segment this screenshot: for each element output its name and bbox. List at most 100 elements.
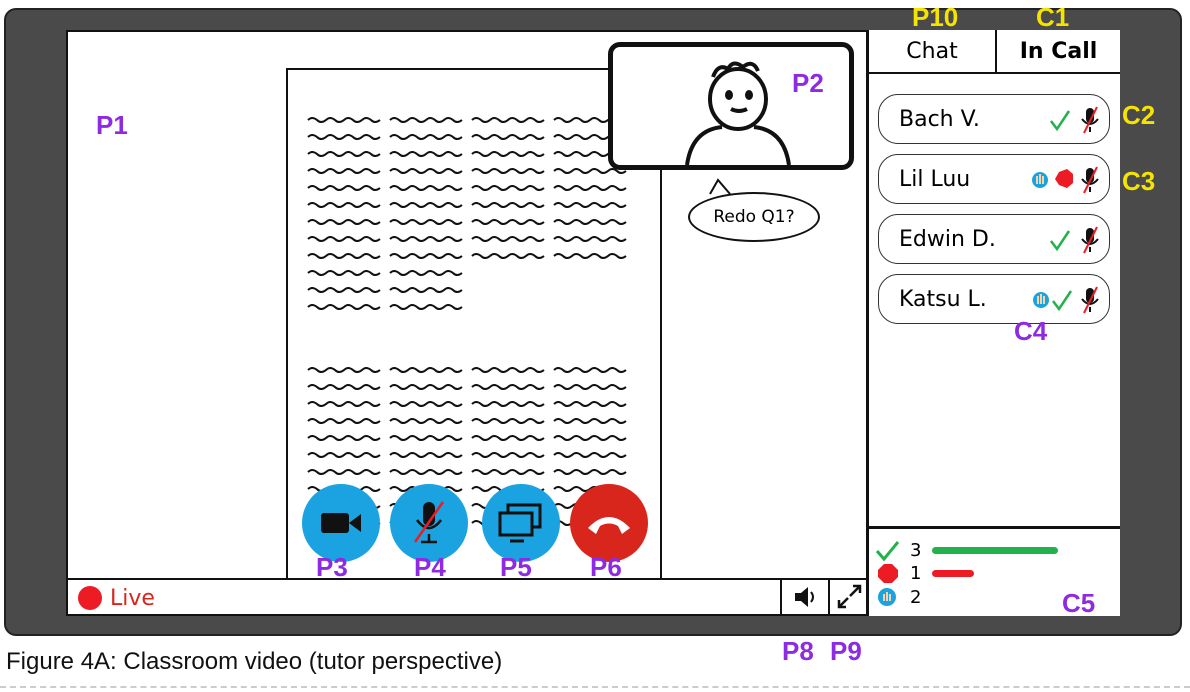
label-p1: P1 bbox=[96, 110, 128, 140]
volume-icon bbox=[795, 587, 814, 607]
person-icon bbox=[685, 61, 791, 166]
text-squiggle bbox=[389, 384, 463, 390]
text-squiggle bbox=[389, 134, 463, 140]
text-squiggle bbox=[307, 418, 381, 424]
tab-in-call[interactable]: In Call bbox=[997, 30, 1120, 74]
participant-card[interactable]: Katsu L. bbox=[878, 274, 1110, 324]
screen-share-icon bbox=[498, 503, 542, 543]
text-squiggle bbox=[389, 253, 463, 259]
participant-status-icons bbox=[1032, 166, 1099, 194]
text-squiggle bbox=[307, 384, 381, 390]
text-squiggle bbox=[553, 185, 627, 191]
text-squiggle bbox=[389, 185, 463, 191]
text-squiggle bbox=[307, 117, 381, 123]
text-squiggle bbox=[389, 236, 463, 242]
webcam-feed bbox=[608, 42, 854, 170]
participant-name: Lil Luu bbox=[899, 167, 971, 192]
text-squiggle bbox=[307, 253, 381, 259]
text-squiggle bbox=[389, 270, 463, 276]
hang-up-icon bbox=[588, 517, 630, 534]
participant-status-icons bbox=[1050, 226, 1099, 254]
screen-share-button[interactable] bbox=[482, 484, 560, 562]
text-squiggle bbox=[471, 219, 545, 225]
stop-sign-icon bbox=[878, 564, 898, 583]
live-label: Live bbox=[110, 586, 155, 611]
label-c1: C1 bbox=[1036, 2, 1070, 32]
text-squiggle bbox=[307, 168, 381, 174]
text-squiggle bbox=[553, 452, 627, 458]
text-squiggle bbox=[471, 435, 545, 441]
text-squiggle bbox=[471, 185, 545, 191]
fullscreen-button[interactable] bbox=[830, 582, 870, 612]
raised-hand-icon bbox=[1033, 292, 1049, 308]
text-squiggle bbox=[389, 452, 463, 458]
participant-name: Edwin D. bbox=[899, 227, 996, 252]
text-squiggle bbox=[307, 151, 381, 157]
video-camera-icon bbox=[321, 513, 361, 533]
caption-divider bbox=[0, 686, 1190, 688]
raised-hand-icon bbox=[1032, 172, 1048, 188]
text-squiggle bbox=[553, 202, 627, 208]
hang-up-button[interactable] bbox=[570, 484, 648, 562]
text-squiggle bbox=[389, 401, 463, 407]
text-squiggle bbox=[553, 469, 627, 475]
participant-card[interactable]: Bach V. bbox=[878, 94, 1110, 144]
tab-chat[interactable]: Chat bbox=[869, 30, 997, 74]
text-squiggle bbox=[389, 287, 463, 293]
text-squiggle bbox=[307, 469, 381, 475]
text-squiggle bbox=[307, 202, 381, 208]
text-squiggle bbox=[307, 134, 381, 140]
text-squiggle bbox=[389, 202, 463, 208]
label-p9: P9 bbox=[830, 636, 862, 666]
text-squiggle bbox=[307, 185, 381, 191]
text-squiggle bbox=[307, 452, 381, 458]
participant-card[interactable]: Edwin D. bbox=[878, 214, 1110, 264]
label-c3: C3 bbox=[1122, 166, 1156, 196]
text-squiggle bbox=[471, 384, 545, 390]
text-squiggle bbox=[471, 202, 545, 208]
text-squiggle bbox=[471, 134, 545, 140]
hand-count: 2 bbox=[910, 587, 922, 608]
text-squiggle bbox=[471, 253, 545, 259]
label-c4: C4 bbox=[1014, 316, 1048, 346]
tab-in-call-label: In Call bbox=[1019, 38, 1098, 64]
tab-chat-label: Chat bbox=[906, 38, 958, 64]
summary-divider bbox=[869, 526, 1120, 529]
muted-mic-icon bbox=[1081, 166, 1099, 194]
mic-button[interactable] bbox=[390, 484, 468, 562]
text-squiggle bbox=[307, 435, 381, 441]
text-squiggle bbox=[307, 304, 381, 310]
live-dot-icon bbox=[78, 586, 102, 610]
label-p3: P3 bbox=[316, 552, 348, 582]
text-squiggle bbox=[389, 168, 463, 174]
participant-name: Bach V. bbox=[899, 107, 980, 132]
raised-hand-icon bbox=[878, 588, 896, 606]
text-squiggle bbox=[471, 469, 545, 475]
text-squiggle bbox=[389, 219, 463, 225]
text-squiggle bbox=[471, 236, 545, 242]
text-squiggle bbox=[307, 270, 381, 276]
camera-button[interactable] bbox=[302, 484, 380, 562]
check-icon bbox=[1050, 110, 1071, 132]
text-squiggle bbox=[389, 367, 463, 373]
text-squiggle bbox=[307, 401, 381, 407]
text-squiggle bbox=[553, 435, 627, 441]
stop-count: 1 bbox=[910, 563, 922, 584]
text-squiggle bbox=[471, 367, 545, 373]
check-icon bbox=[1052, 290, 1073, 312]
figure-caption: Figure 4A: Classroom video (tutor perspe… bbox=[6, 648, 503, 675]
text-squiggle bbox=[307, 219, 381, 225]
participant-card[interactable]: Lil Luu bbox=[878, 154, 1110, 204]
check-icon bbox=[1050, 230, 1071, 252]
speech-bubble-tail bbox=[709, 178, 731, 195]
fullscreen-icon bbox=[837, 584, 862, 609]
label-p8: P8 bbox=[782, 636, 814, 666]
label-c5: C5 bbox=[1062, 588, 1096, 618]
check-bar bbox=[932, 547, 1058, 554]
muted-mic-icon bbox=[1081, 106, 1099, 134]
participant-status-icons bbox=[1033, 286, 1099, 314]
volume-button[interactable] bbox=[784, 582, 828, 612]
text-squiggle bbox=[553, 401, 627, 407]
text-squiggle bbox=[471, 418, 545, 424]
text-squiggle bbox=[389, 435, 463, 441]
